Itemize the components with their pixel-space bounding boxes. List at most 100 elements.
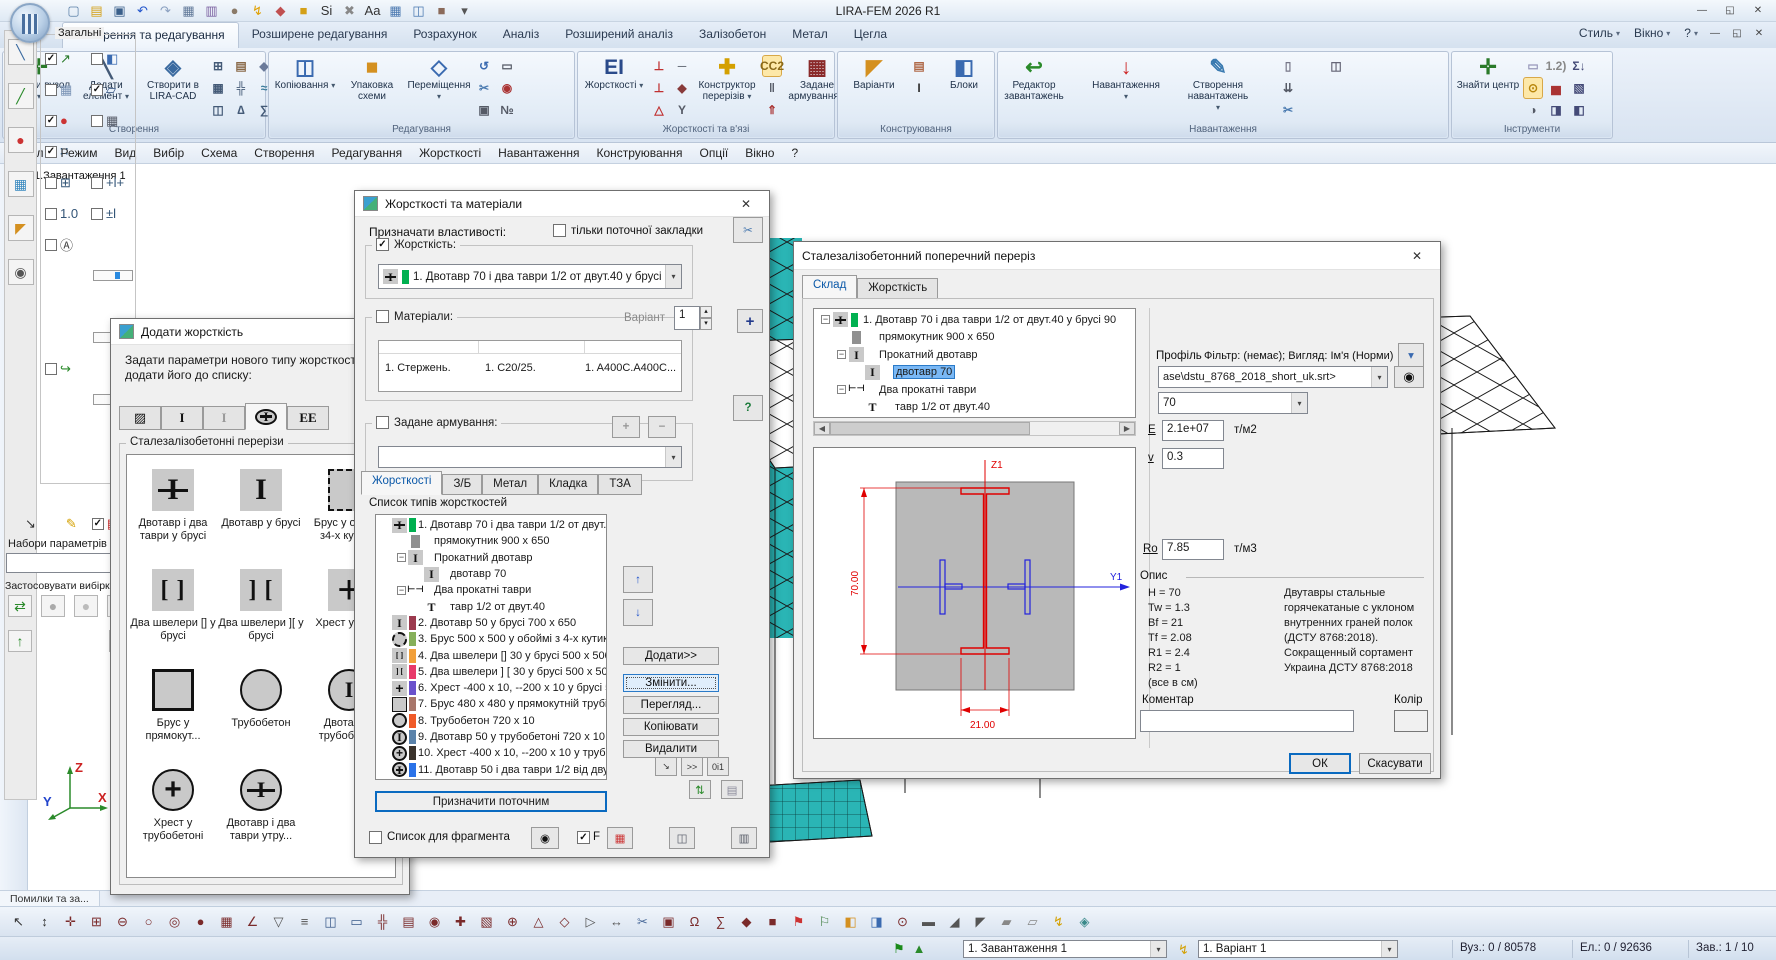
- preview-button[interactable]: Перегляд...: [623, 696, 719, 714]
- stiffness-list-item[interactable]: − Прокатний двотавр: [376, 550, 606, 566]
- expand-icon[interactable]: >>: [681, 757, 703, 776]
- menu-item[interactable]: ?: [791, 146, 798, 163]
- bottom-tool-icon[interactable]: ∠: [242, 911, 263, 932]
- ribbon-button[interactable]: №: [497, 99, 517, 121]
- section-template-item[interactable]: Двотавр у брусі: [217, 461, 305, 561]
- section-template-item[interactable]: Двотавр і два таври утру...: [217, 761, 305, 861]
- ribbon-button[interactable]: ╬: [231, 77, 251, 99]
- bottom-tool-icon[interactable]: ≡: [294, 911, 315, 932]
- show-blocks[interactable]: ▦: [43, 74, 89, 105]
- delete-button[interactable]: Видалити: [623, 740, 719, 758]
- copy-list-icon[interactable]: ◫: [669, 827, 695, 849]
- bottom-tool-icon[interactable]: ▭: [346, 911, 367, 932]
- profile-size-combo[interactable]: 70 ▾: [1158, 392, 1308, 414]
- option-checkbox[interactable]: [91, 208, 103, 220]
- section-tree-item[interactable]: прямокутник 900 x 650: [814, 329, 1135, 347]
- ribbon-tab[interactable]: Цегла: [841, 22, 900, 48]
- ribbon-button[interactable]: ⊥: [649, 55, 669, 77]
- option-checkbox[interactable]: [45, 363, 57, 375]
- bottom-tool-icon[interactable]: ▤: [398, 911, 419, 932]
- ribbon-button[interactable]: ◑: [1523, 99, 1543, 121]
- close-icon[interactable]: ✕: [1744, 1, 1772, 19]
- state-b-icon[interactable]: ●: [74, 595, 98, 617]
- cancel-button[interactable]: Скасувати: [1359, 753, 1431, 774]
- ribbon-button[interactable]: CC2: [762, 55, 782, 77]
- ribbon-button[interactable]: ⊥: [649, 77, 669, 99]
- add-material-button[interactable]: +: [737, 309, 763, 333]
- ribbon-button[interactable]: Σ↓: [1569, 55, 1589, 77]
- section-dialog-tab[interactable]: Жорсткість: [857, 278, 938, 299]
- stiffness-list-item[interactable]: 5. Два швелери ] [ 30 у брусі 500 x 500: [376, 664, 606, 680]
- show-lengths[interactable]: +l+: [89, 167, 135, 198]
- stiffness-list-item[interactable]: двотавр 70: [376, 566, 606, 582]
- sortament-combo[interactable]: ase\dstu_8768_2018_short_uk.srt> ▾: [1158, 366, 1388, 388]
- show-grid[interactable]: ⊞: [43, 167, 89, 198]
- stiffness-combo[interactable]: 1. Двотавр 70 і два таври 1/2 от двут.40…: [378, 264, 682, 289]
- show-lighting[interactable]: ●: [43, 105, 89, 136]
- bottom-tool-icon[interactable]: ▧: [476, 911, 497, 932]
- bottom-tool-icon[interactable]: ◧: [840, 911, 861, 932]
- option-checkbox[interactable]: [91, 115, 103, 127]
- dialog-title-bar[interactable]: Сталезалізобетонний поперечний переріз ✕: [794, 242, 1440, 270]
- bottom-tool-icon[interactable]: ◆: [736, 911, 757, 932]
- stiffness-list-item[interactable]: тавр 1/2 от двут.40: [376, 598, 606, 614]
- tab-composite-sections[interactable]: [245, 403, 287, 430]
- add-button[interactable]: Додати>>: [623, 647, 719, 665]
- section-tree-item[interactable]: − Два прокатні таври: [814, 381, 1135, 399]
- f-checkbox[interactable]: [577, 831, 590, 844]
- apply-up-icon[interactable]: ↑: [8, 630, 32, 652]
- bottom-tool-icon[interactable]: ⊖: [112, 911, 133, 932]
- menu-item[interactable]: Опції: [699, 146, 728, 163]
- section-designer-button[interactable]: ✚ Конструктор перерізів ▾: [695, 55, 759, 121]
- option-slider[interactable]: [93, 270, 133, 281]
- ribbon-tab[interactable]: Метал: [779, 22, 840, 48]
- menu-item[interactable]: Схема: [201, 146, 237, 163]
- layers-icon[interactable]: ▤: [721, 780, 743, 799]
- bottom-tool-icon[interactable]: ✂: [632, 911, 653, 932]
- nu-field[interactable]: 0.3: [1162, 448, 1224, 469]
- option-checkbox[interactable]: [45, 115, 57, 127]
- stiffness-list-item[interactable]: 8. Трубобетон 720 x 10: [376, 713, 606, 729]
- minimize-icon[interactable]: —: [1704, 25, 1726, 41]
- tools-icon[interactable]: ◤: [8, 215, 34, 241]
- ribbon-button[interactable]: ◨: [1546, 99, 1566, 121]
- bottom-tool-icon[interactable]: ▬: [918, 911, 939, 932]
- option-checkbox[interactable]: [45, 84, 57, 96]
- option-checkbox[interactable]: [45, 239, 57, 251]
- show-solids[interactable]: ◧: [89, 43, 135, 74]
- bottom-tool-icon[interactable]: ◎: [164, 911, 185, 932]
- ribbon-button[interactable]: ⇊: [1278, 77, 1298, 99]
- restore-icon[interactable]: ◱: [1726, 25, 1748, 41]
- tree-expander[interactable]: −: [397, 553, 406, 562]
- section-tree-item[interactable]: − Прокатний двотавр: [814, 346, 1135, 364]
- ribbon-button[interactable]: ▯: [1278, 55, 1298, 77]
- help-button[interactable]: ?: [733, 395, 763, 421]
- assign-current-button[interactable]: Призначити поточним: [375, 791, 607, 812]
- show-offsets[interactable]: ±l: [89, 198, 135, 229]
- ribbon-button[interactable]: ◉: [497, 77, 517, 99]
- bottom-tool-icon[interactable]: ○: [138, 911, 159, 932]
- section-color-swatch[interactable]: [1394, 710, 1428, 732]
- copy-button[interactable]: Копіювати: [623, 718, 719, 736]
- bottom-tool-icon[interactable]: ↖: [8, 911, 29, 932]
- bottom-tool-icon[interactable]: ⚑: [788, 911, 809, 932]
- bottom-tool-icon[interactable]: ◫: [320, 911, 341, 932]
- state-a-icon[interactable]: ●: [41, 595, 65, 617]
- ribbon-button[interactable]: ▧: [1569, 77, 1589, 99]
- node-size-slider[interactable]: [43, 260, 135, 291]
- app-logo-icon[interactable]: [10, 3, 50, 43]
- ribbon-button[interactable]: △: [649, 99, 669, 121]
- bottom-tool-icon[interactable]: ▷: [580, 911, 601, 932]
- ok-button[interactable]: ОК: [1289, 753, 1351, 774]
- stiffness-list-item[interactable]: 4. Два швелери [] 30 у брусі 500 x 500: [376, 647, 606, 663]
- minimize-icon[interactable]: —: [1688, 1, 1716, 19]
- node-draw-icon[interactable]: ╱: [8, 83, 34, 109]
- bottom-tool-icon[interactable]: ↯: [1048, 911, 1069, 932]
- bottom-tool-icon[interactable]: △: [528, 911, 549, 932]
- bottom-tool-icon[interactable]: ↔: [606, 911, 627, 932]
- stiffness-list-item[interactable]: 1. Двотавр 70 і два таври 1/2 от двут.: [376, 517, 606, 533]
- ro-field[interactable]: 7.85: [1162, 539, 1224, 560]
- ribbon-button[interactable]: ─: [672, 55, 692, 77]
- binary-icon[interactable]: 0і1: [707, 757, 729, 776]
- dialog-title-bar[interactable]: Жорсткості та матеріали ✕: [355, 191, 769, 217]
